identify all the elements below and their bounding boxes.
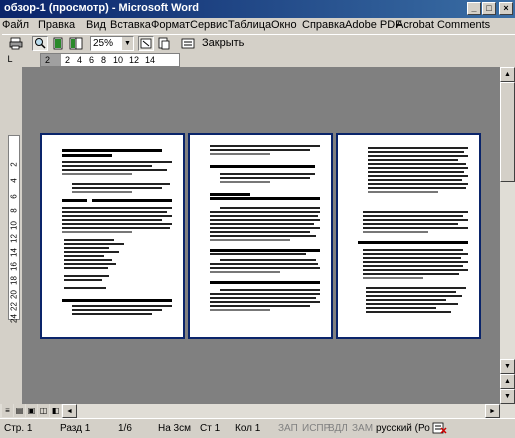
menu-table[interactable]: Таблица	[228, 19, 271, 31]
ruler-mark: 6	[9, 194, 19, 199]
status-section: Разд 1	[60, 423, 91, 434]
print-preview-toolbar: 25% ▼ Закрыть	[2, 34, 515, 51]
menu-tools[interactable]: Сервис	[190, 19, 228, 31]
print-layout-icon[interactable]: ▣	[26, 404, 37, 417]
menu-window[interactable]: Окно	[271, 19, 297, 31]
ruler-icon[interactable]	[138, 36, 154, 51]
minimize-button[interactable]: _	[467, 2, 481, 15]
status-column: Кол 1	[235, 423, 261, 434]
ruler-mark: 2	[9, 162, 19, 167]
ruler-mark: 8	[9, 208, 19, 213]
status-record[interactable]: ЗАП	[278, 423, 298, 434]
status-bar: Стр. 1 Разд 1 1/6 На 3см Ст 1 Кол 1 ЗАП …	[0, 418, 515, 438]
window-title: обзор-1 (просмотр) - Microsoft Word	[4, 2, 199, 14]
ruler-mark: 6	[89, 55, 95, 65]
spelling-status-icon[interactable]	[432, 421, 448, 438]
ruler-mark: 18	[9, 276, 19, 285]
horizontal-scrollbar[interactable]: ≡ ▤ ▣ ◫ ◧ ◄ ►	[0, 404, 515, 418]
scroll-left-button[interactable]: ◄	[62, 404, 77, 418]
multiple-pages-icon[interactable]	[68, 36, 84, 51]
document-preview-area[interactable]	[22, 67, 500, 404]
menu-insert[interactable]: Вставка	[110, 19, 151, 31]
preview-page-2[interactable]	[188, 133, 333, 339]
normal-view-icon[interactable]: ≡	[2, 404, 13, 417]
ruler-mark: 2	[45, 55, 51, 65]
ruler-mark: 2	[65, 55, 71, 65]
menu-bar: Файл Правка Вид Вставка Формат Сервис Та…	[0, 18, 515, 34]
ruler-mark: 4	[77, 55, 83, 65]
scroll-right-button[interactable]: ►	[485, 404, 500, 418]
ruler-mark: 10	[9, 221, 19, 230]
ruler-mark: 14	[145, 55, 156, 65]
magnifier-icon[interactable]	[32, 36, 48, 51]
horizontal-ruler[interactable]: 2 2 4 6 8 10 12 14	[40, 53, 180, 67]
one-page-icon[interactable]	[50, 36, 66, 51]
status-position: На 3см	[158, 423, 191, 434]
ruler-mark: 8	[101, 55, 107, 65]
ruler-mark: 20	[9, 290, 19, 299]
status-pages: 1/6	[118, 423, 132, 434]
ruler-mark: 22	[9, 302, 19, 311]
web-layout-icon[interactable]: ▤	[14, 404, 25, 417]
status-extend[interactable]: ВДЛ	[328, 423, 348, 434]
outline-view-icon[interactable]: ◧	[50, 404, 61, 417]
shrink-to-fit-icon[interactable]	[156, 36, 172, 51]
chevron-down-icon[interactable]: ▼	[122, 37, 133, 50]
vertical-scrollbar[interactable]: ▲ ▼ ▲ ▼	[500, 67, 515, 404]
scroll-thumb[interactable]	[500, 82, 515, 182]
previous-page-button[interactable]: ▲	[500, 374, 515, 389]
preview-page-1[interactable]	[40, 133, 185, 339]
zoom-dropdown[interactable]: 25% ▼	[90, 36, 134, 51]
reading-view-icon[interactable]: ◫	[38, 404, 49, 417]
print-icon[interactable]	[8, 36, 24, 51]
maximize-button[interactable]: □	[482, 2, 496, 15]
ruler-mark: 16	[9, 262, 19, 271]
next-page-button[interactable]: ▼	[500, 389, 515, 404]
ruler-mark: 12	[9, 234, 19, 243]
menu-adobe-pdf[interactable]: Adobe PDF	[345, 19, 402, 31]
status-language: русский (Ро	[376, 423, 430, 434]
scroll-down-button[interactable]: ▼	[500, 359, 515, 374]
menu-acrobat-comments[interactable]: Acrobat Comments	[396, 19, 490, 31]
status-track-changes[interactable]: ИСПР	[302, 423, 330, 434]
ruler-mark: 24	[9, 314, 19, 323]
preview-page-3[interactable]	[336, 133, 481, 339]
ruler-mark: 14	[9, 248, 19, 257]
menu-edit[interactable]: Правка	[38, 19, 75, 31]
menu-view[interactable]: Вид	[86, 19, 106, 31]
menu-help[interactable]: Справка	[302, 19, 345, 31]
menu-format[interactable]: Формат	[151, 19, 190, 31]
vertical-ruler[interactable]: 2 4 6 8 10 12 14 16 18 20 22 24	[8, 135, 20, 323]
scroll-up-button[interactable]: ▲	[500, 67, 515, 82]
ruler-mark: 12	[129, 55, 140, 65]
zoom-value: 25%	[93, 38, 114, 49]
ruler-mark: 10	[113, 55, 124, 65]
ruler-mark: 4	[9, 178, 19, 183]
menu-file[interactable]: Файл	[2, 19, 29, 31]
close-button[interactable]: ×	[499, 2, 513, 15]
ruler-margin	[41, 54, 61, 66]
status-line: Ст 1	[200, 423, 221, 434]
close-preview-button[interactable]: Закрыть	[202, 36, 244, 51]
ruler-tab-selector[interactable]: L	[4, 53, 16, 65]
status-page: Стр. 1	[4, 423, 33, 434]
status-overtype[interactable]: ЗАМ	[352, 423, 373, 434]
full-screen-icon[interactable]	[180, 36, 196, 51]
title-bar: обзор-1 (просмотр) - Microsoft Word _ □ …	[0, 0, 515, 18]
